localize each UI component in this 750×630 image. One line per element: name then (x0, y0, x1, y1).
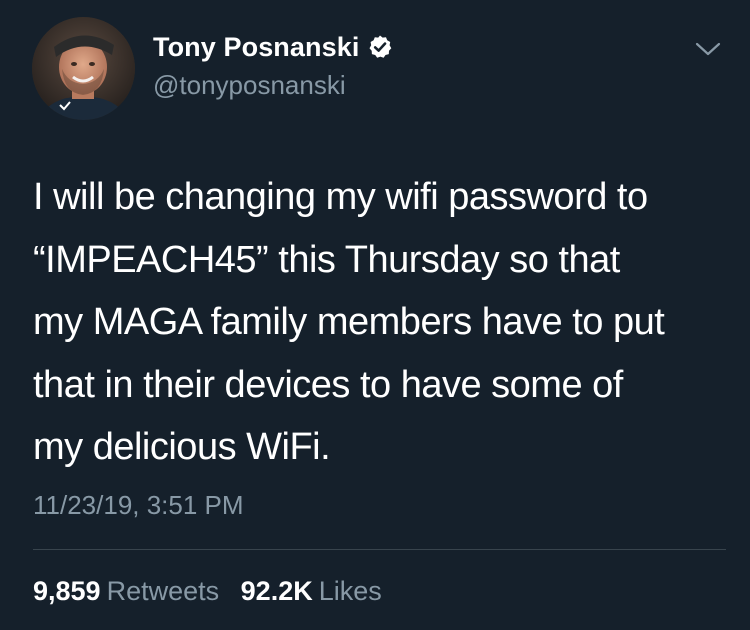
tweet-text-line: I will be changing my wifi password to (33, 176, 648, 218)
author-display-name[interactable]: Tony Posnanski (153, 32, 359, 63)
tweet-card: Tony Posnanski @tonyposnanski I will be … (0, 0, 750, 630)
avatar-photo (32, 17, 135, 120)
chevron-down-icon[interactable] (694, 38, 722, 60)
tweet-text-line: my MAGA family members have to put (33, 301, 665, 343)
tweet-text-line: my delicious WiFi. (33, 426, 331, 468)
author-name-row[interactable]: Tony Posnanski (153, 30, 393, 64)
author-handle[interactable]: @tonyposnanski (153, 70, 346, 101)
tweet-text-line: “IMPEACH45” this Thursday so that (33, 238, 620, 281)
tweet-stats: 9,859 Retweets 92.2K Likes (33, 576, 396, 607)
retweets-count: 9,859 (33, 576, 101, 606)
likes-stat[interactable]: 92.2K Likes (241, 576, 396, 606)
divider (33, 549, 726, 550)
retweets-label: Retweets (106, 576, 220, 606)
likes-count: 92.2K (240, 576, 313, 606)
verified-badge-icon (367, 34, 393, 60)
retweets-stat[interactable]: 9,859 Retweets (33, 576, 241, 606)
likes-label: Likes (318, 576, 382, 606)
avatar[interactable] (32, 17, 135, 120)
tweet-text-line: that in their devices to have some of (33, 363, 623, 406)
tweet-timestamp[interactable]: 11/23/19, 3:51 PM (33, 490, 244, 521)
tweet-text: I will be changing my wifi password to “… (33, 166, 733, 479)
